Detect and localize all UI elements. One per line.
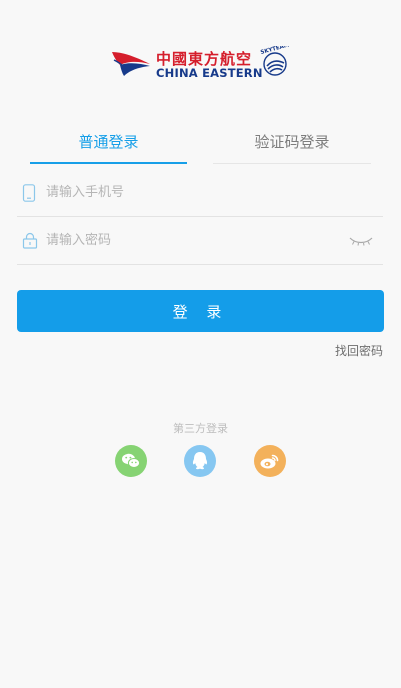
weibo-icon — [260, 454, 279, 469]
wechat-icon — [122, 453, 141, 468]
phone-input[interactable] — [46, 180, 336, 204]
wechat-login-button[interactable] — [115, 445, 147, 477]
forgot-password-link[interactable]: 找回密码 — [335, 342, 383, 359]
weibo-login-button[interactable] — [254, 445, 286, 477]
password-field — [17, 216, 383, 265]
brand-name-english: CHINA EASTERN — [156, 66, 263, 80]
login-button[interactable]: 登 录 — [17, 290, 384, 332]
login-tabs: 普通登录 验证码登录 — [30, 128, 372, 164]
swallow-logo-icon — [112, 52, 150, 76]
phone-field — [17, 168, 383, 217]
qq-login-button[interactable] — [184, 445, 216, 477]
lock-icon — [22, 232, 38, 249]
skyteam-logo-icon: SKYTEAM — [260, 46, 290, 76]
skyteam-wordmark: SKYTEAM — [260, 46, 290, 56]
password-input[interactable] — [46, 228, 336, 252]
third-party-login-title: 第三方登录 — [173, 422, 228, 435]
china-eastern-logo: 中國東方航空 CHINA EASTERN SKYTEAM — [110, 44, 290, 84]
mobile-phone-icon — [22, 184, 36, 202]
eye-closed-icon[interactable] — [349, 236, 373, 246]
qq-icon — [192, 452, 208, 470]
tab-normal-login[interactable]: 普通登录 — [30, 128, 187, 164]
tab-verification-code-login[interactable]: 验证码登录 — [213, 128, 371, 164]
